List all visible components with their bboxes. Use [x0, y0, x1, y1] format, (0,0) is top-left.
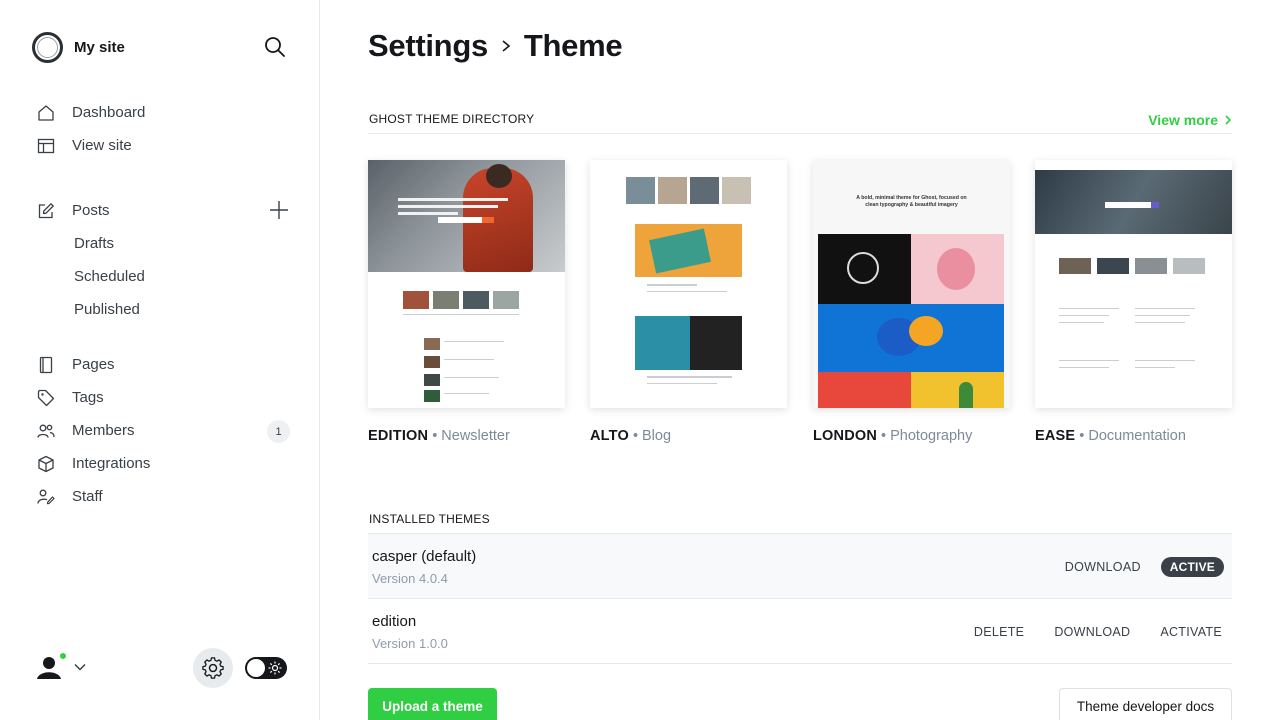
- theme-preview-alto: [590, 160, 787, 408]
- theme-name: LONDON: [813, 428, 878, 444]
- sidebar-item-tags[interactable]: Tags: [36, 381, 296, 414]
- page-icon: [36, 355, 56, 375]
- tag-icon: [36, 388, 56, 408]
- sidebar-item-members[interactable]: Members 1: [36, 414, 296, 447]
- sidebar-item-integrations[interactable]: Integrations: [36, 447, 296, 480]
- chevron-down-icon[interactable]: [74, 660, 86, 678]
- members-icon: [36, 421, 56, 441]
- theme-row-version: Version 4.0.4: [372, 571, 448, 586]
- theme-card-alto[interactable]: ALTO • Blog: [590, 160, 787, 444]
- new-post-button[interactable]: [268, 199, 290, 221]
- theme-category: Newsletter: [441, 428, 510, 444]
- theme-directory-header: Ghost theme directory View more: [368, 104, 1232, 134]
- plus-icon: [270, 201, 288, 219]
- site-logo: [32, 32, 63, 63]
- chevron-right-icon: [1225, 115, 1232, 125]
- sidebar-footer: [32, 648, 290, 688]
- sidebar: My site Dashboard View site Posts Drafts…: [0, 0, 320, 720]
- theme-preview-london: A bold, minimal theme for Ghost, focused…: [813, 160, 1010, 408]
- sidebar-item-label: Posts: [72, 202, 110, 219]
- sidebar-item-drafts[interactable]: Drafts: [36, 227, 296, 260]
- sidebar-item-dashboard[interactable]: Dashboard: [36, 96, 296, 129]
- sidebar-item-pages[interactable]: Pages: [36, 348, 296, 381]
- settings-button[interactable]: [193, 648, 233, 688]
- theme-row-version: Version 1.0.0: [372, 636, 448, 651]
- theme-row-actions: DELETE DOWNLOAD ACTIVATE: [944, 599, 1222, 664]
- delete-button[interactable]: DELETE: [974, 625, 1024, 639]
- layout-icon: [36, 136, 56, 156]
- sidebar-item-scheduled[interactable]: Scheduled: [36, 260, 296, 293]
- theme-preview-ease: [1035, 160, 1232, 408]
- theme-name: EDITION: [368, 428, 429, 444]
- theme-name: EASE: [1035, 428, 1076, 444]
- site-name: My site: [74, 39, 125, 56]
- theme-caption: EASE • Documentation: [1035, 428, 1186, 444]
- toggle-knob: [247, 659, 265, 677]
- theme-row-name: casper (default): [372, 548, 477, 565]
- sun-icon: [268, 661, 282, 675]
- installed-themes-list: casper (default) Version 4.0.4 DOWNLOAD …: [368, 534, 1232, 664]
- theme-preview-edition: [368, 160, 565, 408]
- sidebar-item-label: Drafts: [74, 235, 115, 252]
- installed-themes-header: Installed themes: [368, 504, 1232, 534]
- section-label: Ghost theme directory: [369, 112, 535, 126]
- theme-card-edition[interactable]: EDITION • Newsletter: [368, 160, 565, 444]
- sidebar-item-label: View site: [72, 137, 132, 154]
- edit-icon: [36, 201, 56, 221]
- download-button[interactable]: DOWNLOAD: [1054, 625, 1130, 639]
- sidebar-item-label: Published: [74, 301, 140, 318]
- theme-category: Photography: [890, 428, 973, 444]
- sidebar-item-label: Scheduled: [74, 268, 145, 285]
- theme-row-name: edition: [372, 613, 417, 630]
- sidebar-item-staff[interactable]: Staff: [36, 480, 296, 513]
- theme-category: Blog: [642, 428, 672, 444]
- gear-icon: [202, 657, 224, 679]
- dark-mode-toggle[interactable]: [245, 657, 287, 679]
- download-button[interactable]: DOWNLOAD: [1065, 560, 1141, 574]
- theme-card-london[interactable]: A bold, minimal theme for Ghost, focused…: [813, 160, 1010, 444]
- london-tagline: A bold, minimal theme for Ghost, focused…: [856, 195, 967, 208]
- sidebar-item-published[interactable]: Published: [36, 293, 296, 326]
- search-icon: [265, 37, 285, 57]
- installed-theme-row: edition Version 1.0.0 DELETE DOWNLOAD AC…: [368, 599, 1232, 664]
- search-button[interactable]: [264, 36, 290, 62]
- breadcrumb-settings-link[interactable]: Settings: [368, 28, 488, 64]
- theme-row-actions: DOWNLOAD ACTIVE: [1035, 534, 1224, 599]
- theme-caption: ALTO • Blog: [590, 428, 672, 444]
- sidebar-item-view-site[interactable]: View site: [36, 129, 296, 162]
- cube-icon: [36, 454, 56, 474]
- sidebar-item-label: Dashboard: [72, 104, 146, 121]
- theme-caption: EDITION • Newsletter: [368, 428, 510, 444]
- sidebar-item-posts[interactable]: Posts: [36, 194, 296, 227]
- theme-card-ease[interactable]: EASE • Documentation: [1035, 160, 1232, 444]
- theme-category: Documentation: [1088, 428, 1186, 444]
- primary-nav: Dashboard View site: [36, 96, 296, 162]
- members-count-badge: 1: [267, 420, 290, 443]
- sidebar-item-label: Tags: [72, 389, 104, 406]
- posts-nav: Posts Drafts Scheduled Published: [36, 194, 296, 326]
- upload-theme-button[interactable]: Upload a theme: [368, 688, 497, 720]
- sidebar-item-label: Staff: [72, 488, 103, 505]
- sidebar-item-label: Pages: [72, 356, 115, 373]
- theme-directory-grid: EDITION • Newsletter ALTO • Blog A bold,…: [368, 160, 1232, 460]
- activate-button[interactable]: ACTIVATE: [1160, 625, 1222, 639]
- home-icon: [36, 103, 56, 123]
- sidebar-item-label: Integrations: [72, 455, 151, 472]
- theme-name: ALTO: [590, 428, 629, 444]
- installed-theme-row: casper (default) Version 4.0.4 DOWNLOAD …: [368, 534, 1232, 599]
- theme-docs-button[interactable]: Theme developer docs: [1059, 688, 1232, 720]
- chevron-right-icon: [500, 39, 512, 53]
- site-brand[interactable]: My site: [32, 32, 125, 63]
- active-status-badge: ACTIVE: [1160, 556, 1224, 577]
- view-more-link[interactable]: View more: [1148, 112, 1232, 128]
- breadcrumb-current: Theme: [523, 28, 623, 63]
- secondary-nav: Pages Tags Members 1 Integrations Staff: [36, 348, 296, 513]
- staff-icon: [36, 487, 56, 507]
- view-more-label: View more: [1148, 112, 1218, 128]
- page-title: Settings Theme: [368, 28, 623, 64]
- section-label: Installed themes: [369, 512, 490, 526]
- sidebar-item-label: Members: [72, 422, 135, 439]
- online-status-dot: [58, 651, 68, 661]
- theme-caption: LONDON • Photography: [813, 428, 973, 444]
